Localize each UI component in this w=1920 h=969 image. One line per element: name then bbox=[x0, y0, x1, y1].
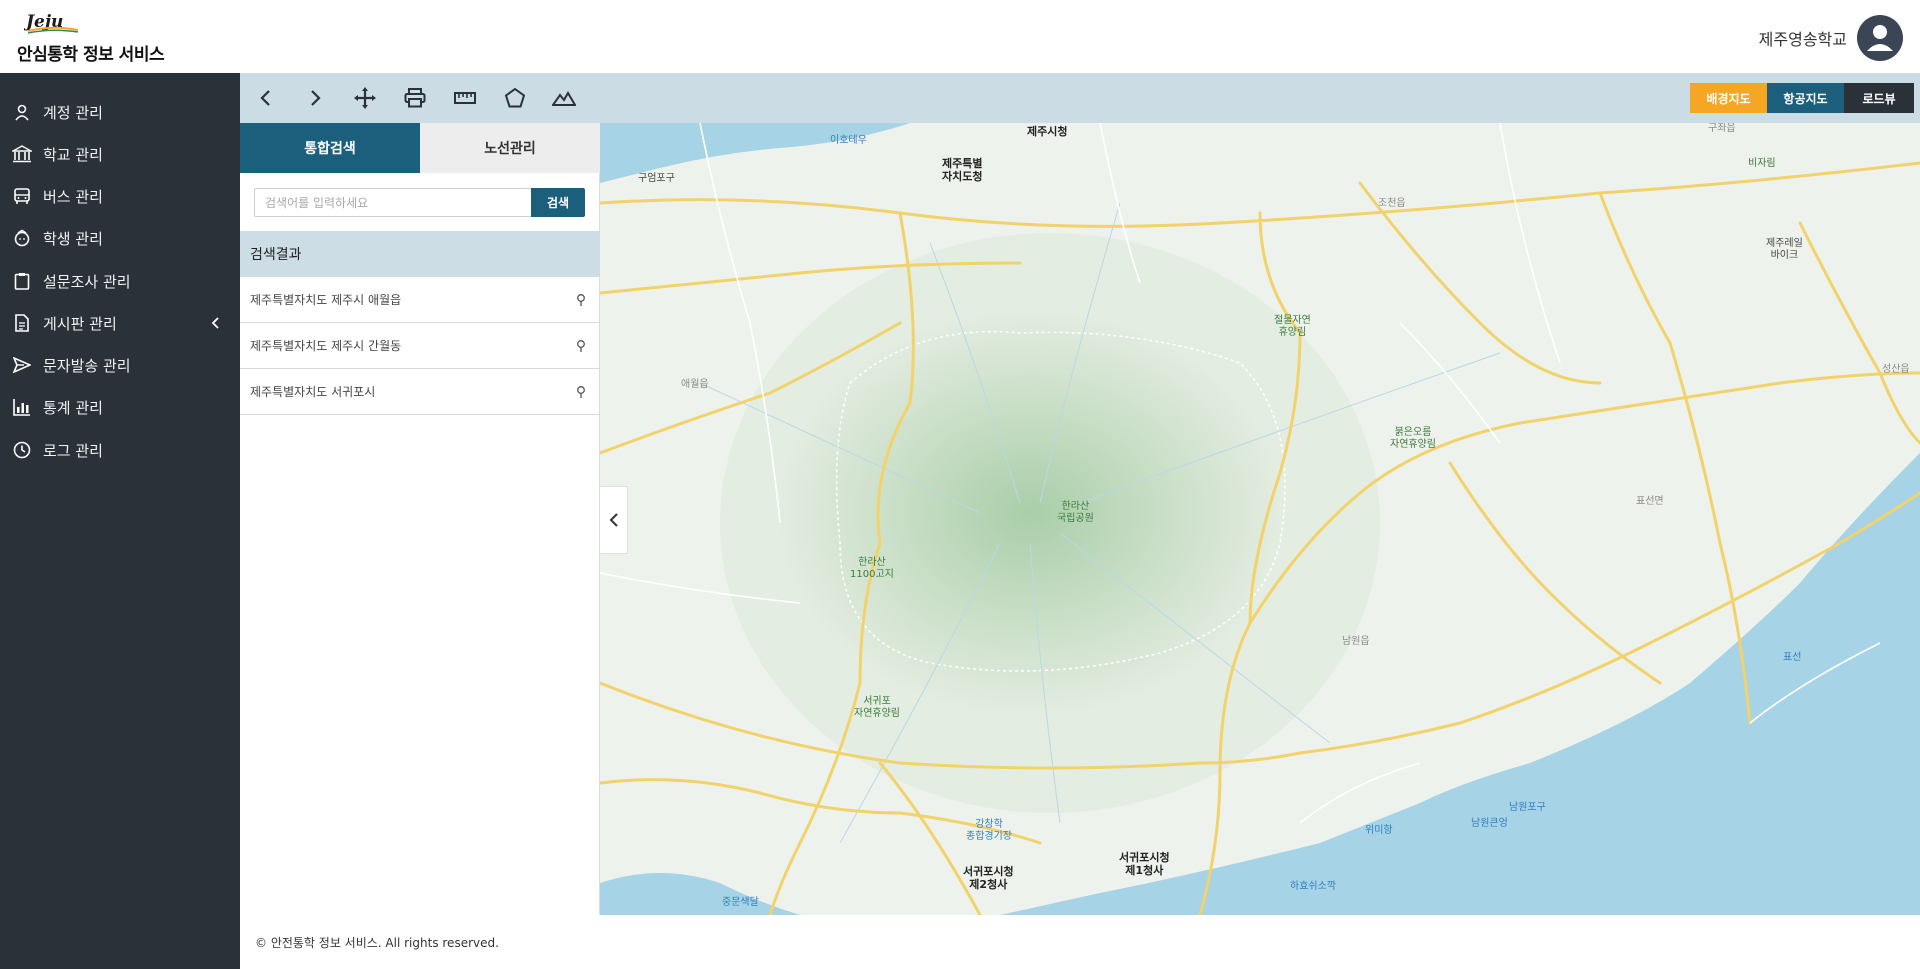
back-icon[interactable] bbox=[251, 83, 281, 113]
map-view[interactable]: 제주시청 제주특별 자치도청 한라산 국립공원 한라산 1100고지 서귀포 자… bbox=[600, 123, 1920, 915]
bar-chart-icon bbox=[12, 397, 32, 417]
clipboard-icon bbox=[12, 271, 32, 291]
sidebar-item-statistics[interactable]: 통계 관리 bbox=[0, 387, 240, 427]
search-panel: 통합검색 노선관리 검색 검색결과 제주특별자치도 제주시 애월읍 제주특별자치… bbox=[240, 123, 600, 915]
map-type-base-button[interactable]: 배경지도 bbox=[1690, 83, 1767, 113]
send-icon bbox=[12, 355, 32, 375]
map-type-roadview-button[interactable]: 로드뷰 bbox=[1844, 83, 1914, 113]
results-header: 검색결과 bbox=[240, 231, 600, 277]
footer: © 안전통학 정보 서비스. All rights reserved. bbox=[240, 915, 1920, 969]
panel-collapse-button[interactable] bbox=[600, 486, 628, 554]
student-icon bbox=[12, 228, 32, 248]
sidebar-item-label: 로그 관리 bbox=[43, 441, 103, 460]
map-label-seogwipo-office2[interactable]: 서귀포시청 제2청사 bbox=[963, 865, 1014, 891]
map-label-wimi[interactable]: 위미항 bbox=[1365, 825, 1393, 837]
map-pin-icon[interactable] bbox=[576, 385, 586, 399]
chevron-left-icon[interactable] bbox=[210, 315, 222, 331]
map-label-iho-tewoo[interactable]: 이호테우 bbox=[830, 135, 867, 147]
tab-route-management[interactable]: 노선관리 bbox=[420, 123, 600, 173]
sidebar-item-school[interactable]: 학교 관리 bbox=[0, 134, 240, 174]
sidebar-item-sms[interactable]: 문자발송 관리 bbox=[0, 345, 240, 385]
map-label-bijarim[interactable]: 비자림 bbox=[1748, 158, 1776, 170]
map-label-hahyo[interactable]: 하효쉬소깍 bbox=[1290, 881, 1336, 893]
result-item[interactable]: 제주특별자치도 제주시 애월읍 bbox=[240, 277, 600, 323]
sidebar-item-board[interactable]: 게시판 관리 bbox=[0, 303, 240, 343]
bus-icon bbox=[12, 186, 32, 206]
header: Jeju 안심통학 정보 서비스 제주영송학교 bbox=[0, 0, 1920, 73]
result-item-label: 제주특별자치도 제주시 간월동 bbox=[250, 339, 402, 353]
map-label-jeolmul-forest[interactable]: 절물자연 휴양림 bbox=[1274, 315, 1311, 339]
user-name: 제주영송학교 bbox=[1758, 30, 1847, 49]
sidebar: 계정 관리 학교 관리 버스 관리 학생 관리 설문조사 관리 게시판 관리 문… bbox=[0, 73, 240, 969]
map-label-hallasan-1100[interactable]: 한라산 1100고지 bbox=[850, 557, 894, 581]
map-label-seogwipo-forest[interactable]: 서귀포 자연휴양림 bbox=[854, 696, 900, 720]
ruler-icon[interactable] bbox=[450, 83, 480, 113]
map-label-gujwa[interactable]: 구좌읍 bbox=[1708, 123, 1736, 135]
sidebar-item-label: 통계 관리 bbox=[43, 398, 103, 417]
sidebar-item-label: 문자발송 관리 bbox=[43, 356, 131, 375]
map-label-namwon-keunel[interactable]: 남원큰엉 bbox=[1471, 818, 1508, 830]
sidebar-item-account[interactable]: 계정 관리 bbox=[0, 92, 240, 132]
map-type-aerial-button[interactable]: 항공지도 bbox=[1767, 83, 1844, 113]
forward-icon[interactable] bbox=[300, 83, 330, 113]
map-label-pyoseon[interactable]: 표선 bbox=[1783, 652, 1801, 664]
map-label-seogwipo-office1[interactable]: 서귀포시청 제1청사 bbox=[1119, 851, 1170, 877]
result-item-label: 제주특별자치도 제주시 애월읍 bbox=[250, 293, 402, 307]
jeju-logo[interactable]: Jeju bbox=[23, 10, 80, 34]
map-pin-icon[interactable] bbox=[576, 339, 586, 353]
print-icon[interactable] bbox=[400, 83, 430, 113]
result-item-label: 제주특별자치도 서귀포시 bbox=[250, 385, 376, 399]
map-label-seongsan[interactable]: 성산읍 bbox=[1882, 364, 1910, 376]
sidebar-item-label: 학생 관리 bbox=[43, 229, 103, 248]
user-icon bbox=[12, 102, 32, 122]
sidebar-item-label: 버스 관리 bbox=[43, 187, 103, 206]
map-label-jocheon[interactable]: 조천읍 bbox=[1378, 198, 1406, 210]
user-avatar-icon[interactable] bbox=[1857, 15, 1903, 61]
chevron-left-icon bbox=[609, 513, 618, 527]
sidebar-item-log[interactable]: 로그 관리 bbox=[0, 430, 240, 470]
document-icon bbox=[12, 313, 32, 333]
sidebar-item-survey[interactable]: 설문조사 관리 bbox=[0, 261, 240, 301]
school-icon bbox=[12, 144, 32, 164]
map-label-namwon-port[interactable]: 남원포구 bbox=[1509, 802, 1546, 814]
map-label-gangchanghak[interactable]: 강창학 종합경기장 bbox=[966, 819, 1012, 843]
sidebar-item-label: 게시판 관리 bbox=[43, 314, 117, 333]
result-item[interactable]: 제주특별자치도 서귀포시 bbox=[240, 369, 600, 415]
map-label-gueom-port[interactable]: 구엄포구 bbox=[638, 173, 675, 185]
map-label-aewol[interactable]: 애월읍 bbox=[681, 379, 709, 391]
map-label-provincial-office[interactable]: 제주특별 자치도청 bbox=[942, 157, 982, 183]
map-toolbar: 배경지도 항공지도 로드뷰 bbox=[240, 73, 1920, 123]
terrain-icon[interactable] bbox=[549, 83, 579, 113]
search-input[interactable] bbox=[254, 188, 532, 217]
map-canvas bbox=[600, 123, 1920, 915]
clock-icon bbox=[12, 440, 32, 460]
sidebar-item-label: 학교 관리 bbox=[43, 145, 103, 164]
map-pin-icon[interactable] bbox=[576, 293, 586, 307]
pan-icon[interactable] bbox=[350, 83, 380, 113]
sidebar-item-bus[interactable]: 버스 관리 bbox=[0, 176, 240, 216]
map-label-hallasan[interactable]: 한라산 국립공원 bbox=[1057, 501, 1094, 525]
copyright-text: © 안전통학 정보 서비스. All rights reserved. bbox=[255, 935, 499, 950]
map-label-bulgeun-oreum[interactable]: 붉은오름 자연휴양림 bbox=[1390, 427, 1436, 451]
map-label-jungmun[interactable]: 중문색달 bbox=[722, 897, 759, 909]
map-label-namwon[interactable]: 남원읍 bbox=[1342, 636, 1370, 648]
map-label-pyoseon-myeon[interactable]: 표선면 bbox=[1636, 496, 1664, 508]
map-label-jeju-rail-bike[interactable]: 제주레일 바이크 bbox=[1766, 238, 1803, 262]
sidebar-item-label: 설문조사 관리 bbox=[43, 272, 131, 291]
service-title: 안심통학 정보 서비스 bbox=[17, 45, 165, 65]
polygon-icon[interactable] bbox=[500, 83, 530, 113]
sidebar-item-label: 계정 관리 bbox=[43, 103, 103, 122]
map-label-jeju-city-hall[interactable]: 제주시청 bbox=[1027, 125, 1067, 138]
search-button[interactable]: 검색 bbox=[531, 188, 585, 217]
sidebar-item-student[interactable]: 학생 관리 bbox=[0, 218, 240, 258]
result-item[interactable]: 제주특별자치도 제주시 간월동 bbox=[240, 323, 600, 369]
tab-integrated-search[interactable]: 통합검색 bbox=[240, 123, 420, 173]
